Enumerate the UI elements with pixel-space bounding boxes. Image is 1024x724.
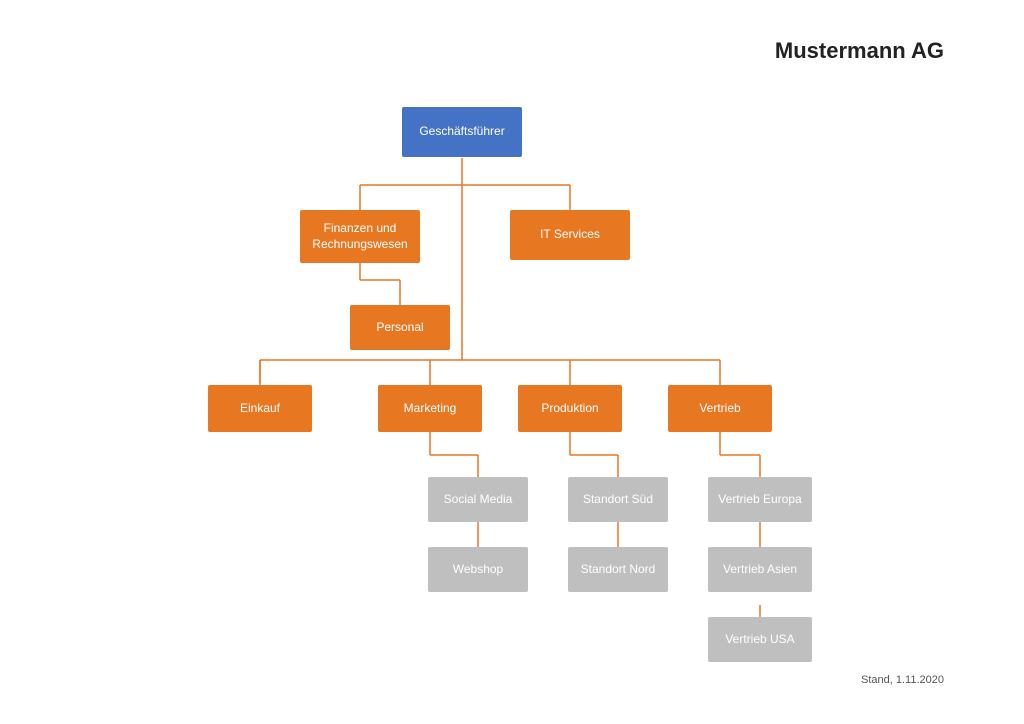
node-webshop: Webshop bbox=[428, 547, 528, 592]
node-social-media: Social Media bbox=[428, 477, 528, 522]
stand-text: Stand, 1.11.2020 bbox=[861, 674, 944, 686]
company-title: Mustermann AG bbox=[775, 38, 944, 64]
node-geschaeftsfuehrer: Geschäftsführer bbox=[402, 107, 522, 157]
node-vertrieb-usa: Vertrieb USA bbox=[708, 617, 812, 662]
node-produktion: Produktion bbox=[518, 385, 622, 432]
node-marketing: Marketing bbox=[378, 385, 482, 432]
node-standort-sued: Standort Süd bbox=[568, 477, 668, 522]
page: Mustermann AG Stand, 1.11.2020 bbox=[0, 0, 1024, 724]
node-vertrieb-asien: Vertrieb Asien bbox=[708, 547, 812, 592]
node-personal: Personal bbox=[350, 305, 450, 350]
node-it-services: IT Services bbox=[510, 210, 630, 260]
node-einkauf: Einkauf bbox=[208, 385, 312, 432]
org-chart: Geschäftsführer Finanzen und Rechnungswe… bbox=[60, 85, 964, 664]
node-standort-nord: Standort Nord bbox=[568, 547, 668, 592]
node-vertrieb: Vertrieb bbox=[668, 385, 772, 432]
node-finanzen: Finanzen und Rechnungswesen bbox=[300, 210, 420, 263]
node-vertrieb-europa: Vertrieb Europa bbox=[708, 477, 812, 522]
